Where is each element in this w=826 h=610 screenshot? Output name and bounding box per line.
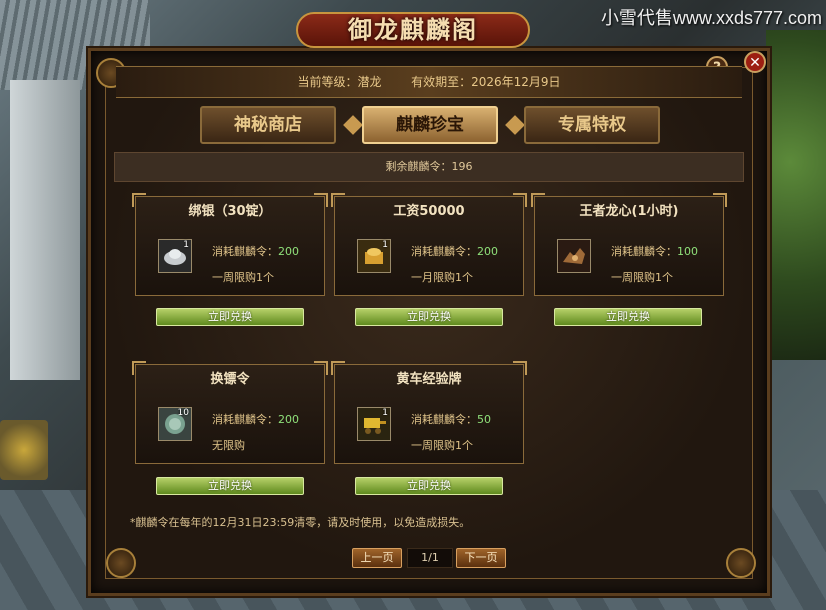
item-card: 黄车经验牌 1 消耗麒麟令：50 一周限购1个 [331,361,527,464]
frame-corner-ornament [106,548,136,578]
item-count: 1 [382,240,388,250]
item-count: 1 [382,408,388,418]
seller-watermark: 小雪代售www.xxds777.com [600,8,822,28]
token-reset-notice: *麒麟令在每年的12月31日23:59清零，请及时使用，以免造成损失。 [130,516,471,529]
item-name: 绑银（30锭） [188,204,272,219]
cost-value: 100 [677,245,698,258]
tab-mystery-shop[interactable]: 神秘商店 [200,106,336,144]
item-card: 绑银（30锭） 1 消耗麒麟令：200 一周限购1个 [132,193,328,296]
exchange-button[interactable]: 立即兑换 [156,308,304,326]
exchange-button[interactable]: 立即兑换 [355,477,503,495]
purchase-limit: 一周限购1个 [611,271,673,284]
expiry-date-text: 有效期至：2026年12月9日 [411,75,561,89]
tab-qilin-treasure[interactable]: 麒麟珍宝 [362,106,498,144]
item-count: 10 [177,408,189,418]
cost-value: 200 [278,413,299,426]
cost-line: 消耗麒麟令：200 [411,245,498,258]
tab-divider-ornament [343,115,363,135]
background-pillar [10,80,80,380]
cost-line: 消耗麒麟令：200 [212,413,299,426]
item-name: 黄车经验牌 [396,372,462,387]
cost-value: 200 [278,245,299,258]
item-card: 工资50000 1 消耗麒麟令：200 一月限购1个 [331,193,527,296]
background-treasure-pot [0,420,48,480]
page-indicator: 1/1 [407,548,453,568]
background-tree [766,30,826,360]
next-page-button[interactable]: 下一页 [456,548,506,568]
wage-chest-icon[interactable]: 1 [357,239,391,273]
item-name: 王者龙心(1小时) [579,204,679,219]
item-card: 王者龙心(1小时) 消耗麒麟令：100 一周限购1个 [531,193,727,296]
item-card: 换镖令 10 消耗麒麟令：200 无限购 [132,361,328,464]
cost-line: 消耗麒麟令：100 [611,245,698,258]
cost-line: 消耗麒麟令：200 [212,245,299,258]
purchase-limit: 无限购 [212,439,245,452]
tab-bar: 神秘商店 麒麟珍宝 专属特权 [200,106,660,146]
exchange-button[interactable]: 立即兑换 [355,308,503,326]
tab-divider-ornament [505,115,525,135]
exchange-button[interactable]: 立即兑换 [156,477,304,495]
current-level-text: 当前等级：潜龙 [297,75,382,89]
remaining-tokens-bar: 剩余麒麟令：196 [114,152,744,182]
purchase-limit: 一周限购1个 [411,439,473,452]
membership-info-bar: 当前等级：潜龙 有效期至：2026年12月9日 [116,66,742,98]
item-name: 换镖令 [210,372,250,387]
close-button[interactable]: ✕ [744,51,766,73]
cost-line: 消耗麒麟令：50 [411,413,491,426]
item-count: 1 [183,240,189,250]
item-name: 工资50000 [393,204,465,219]
window-title: 御龙麒麟阁 [296,12,530,48]
dragon-heart-icon[interactable] [557,239,591,273]
silver-ingot-icon[interactable]: 1 [158,239,192,273]
escort-token-icon[interactable]: 10 [158,407,192,441]
gold-cart-icon[interactable]: 1 [357,407,391,441]
exchange-button[interactable]: 立即兑换 [554,308,702,326]
cost-value: 50 [477,413,491,426]
frame-corner-ornament [726,548,756,578]
cost-value: 200 [477,245,498,258]
prev-page-button[interactable]: 上一页 [352,548,402,568]
purchase-limit: 一月限购1个 [411,271,473,284]
tab-exclusive-privilege[interactable]: 专属特权 [524,106,660,144]
purchase-limit: 一周限购1个 [212,271,274,284]
